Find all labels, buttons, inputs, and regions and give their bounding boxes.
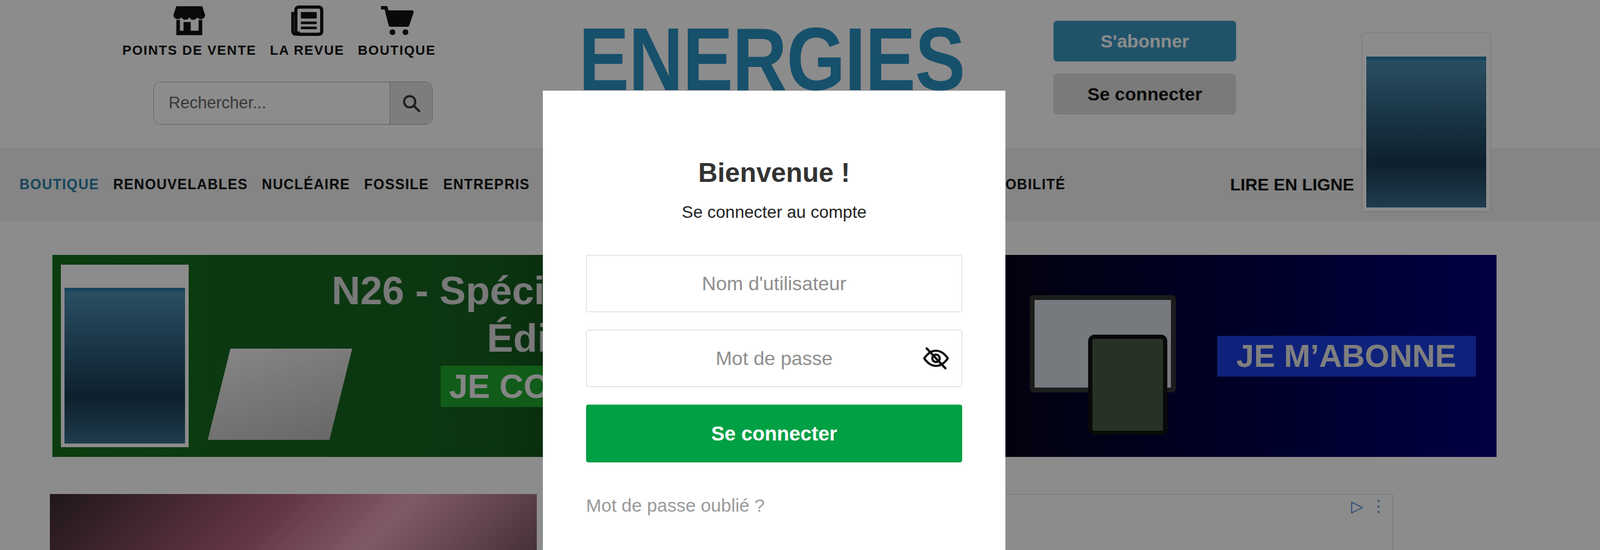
submit-button[interactable]: Se connecter bbox=[586, 404, 963, 463]
modal-subtitle: Se connecter au compte bbox=[586, 202, 963, 223]
password-input[interactable] bbox=[586, 329, 963, 388]
login-modal: Bienvenue ! Se connecter au compte Se co… bbox=[542, 90, 1006, 550]
hide-password-icon[interactable] bbox=[922, 344, 951, 373]
username-input[interactable] bbox=[586, 255, 963, 313]
modal-title: Bienvenue ! bbox=[586, 156, 963, 189]
forgot-password-link[interactable]: Mot de passe oublié ? bbox=[586, 494, 963, 517]
